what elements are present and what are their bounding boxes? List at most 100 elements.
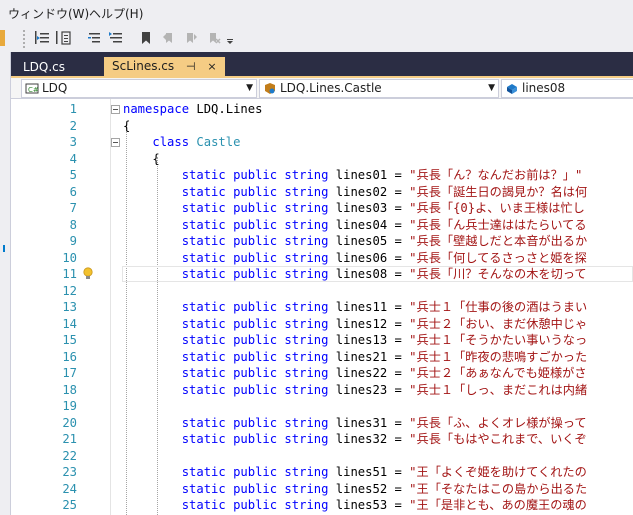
tab-sclines-cs[interactable]: ScLines.cs ⊣ × — [104, 57, 225, 78]
code-line[interactable]: 9 static public string lines05 = "兵長「壁越し… — [11, 233, 633, 250]
string-literal: "兵士１「しっ、まだこれは内緒 — [409, 382, 588, 397]
toolbar-grip[interactable] — [22, 29, 26, 48]
menu-bar: ウィンドウ(W) ヘルプ(H) — [0, 0, 633, 25]
field-icon — [507, 84, 517, 94]
close-icon[interactable]: × — [207, 60, 216, 73]
collapse-toggle-icon[interactable] — [111, 138, 120, 147]
keyword: static public string — [181, 168, 329, 182]
line-number: 24 — [62, 481, 77, 496]
string-literal: "兵士２「あぁなんでも姫様がさ — [409, 366, 587, 380]
project-dropdown[interactable]: C# LDQ ▼ — [21, 79, 257, 98]
menu-help[interactable]: ヘルプ(H) — [89, 5, 143, 22]
collapse-toggle-icon[interactable] — [111, 105, 120, 114]
keyword: static public string — [181, 250, 329, 265]
keyword: static public string — [181, 498, 329, 512]
code-line[interactable]: 11 static public string lines08 = "兵長「川？… — [11, 266, 633, 283]
type-dropdown[interactable]: LDQ.Lines.Castle ▼ — [259, 79, 499, 98]
code-line[interactable]: 5 static public string lines01 = "兵長「ん？な… — [11, 167, 633, 184]
tab-label: LDQ.cs — [23, 60, 66, 74]
code-line[interactable]: 22 — [11, 448, 633, 465]
keyword: static public string — [181, 465, 329, 479]
code-text: static public string lines11 = "兵士１「仕事の後… — [123, 299, 587, 316]
code-line[interactable]: 15 static public string lines13 = "兵士１「そ… — [11, 332, 633, 349]
code-line[interactable]: 23 static public string lines51 = "王「よくぞ… — [11, 464, 633, 481]
string-literal: "兵長「壁越しだと本音が出るか — [409, 234, 588, 248]
code-line[interactable]: 6 static public string lines02 = "兵長「誕生日… — [11, 184, 633, 201]
left-tool-window-bar[interactable] — [0, 52, 11, 515]
line-number: 7 — [69, 201, 77, 215]
string-literal: "兵長「何してるさっさと姫を探 — [409, 250, 587, 265]
brace: { — [123, 118, 131, 133]
string-literal: "兵長「誕生日の謁見か？名は何 — [409, 184, 588, 199]
line-number: 5 — [69, 168, 77, 182]
outdent-icon[interactable] — [54, 29, 72, 47]
code-text: static public string lines08 = "兵長「川？そんな… — [123, 266, 587, 283]
uncomment-icon[interactable] — [107, 29, 125, 47]
next-bookmark-icon[interactable] — [182, 29, 200, 47]
comment-icon[interactable] — [86, 29, 104, 47]
field-name: lines04 = — [328, 217, 410, 232]
code-text: static public string lines05 = "兵長「壁越しだと… — [123, 233, 587, 250]
pin-icon[interactable]: ⊣ — [186, 60, 196, 73]
code-line[interactable]: 17 static public string lines22 = "兵士２「あ… — [11, 365, 633, 382]
code-text: static public string lines01 = "兵長「ん？なんだ… — [123, 167, 583, 184]
string-literal: "兵長「もはやこれまで、いくぞ — [409, 432, 587, 446]
code-line[interactable]: 19 — [11, 398, 633, 415]
bookmark-icon[interactable] — [137, 29, 155, 47]
member-name: lines08 — [522, 81, 566, 95]
line-number: 12 — [62, 283, 77, 298]
tab-ldq-cs[interactable]: LDQ.cs — [15, 58, 73, 78]
code-line[interactable]: 8 static public string lines04 = "兵長「ん兵士… — [11, 217, 633, 234]
clear-bookmark-icon[interactable] — [205, 29, 223, 47]
code-line[interactable]: 12 — [11, 283, 633, 300]
code-line[interactable]: 21 static public string lines32 = "兵長「もは… — [11, 431, 633, 448]
indent-icon[interactable] — [33, 29, 51, 47]
field-name: lines01 = — [328, 168, 410, 182]
prev-bookmark-icon[interactable] — [160, 29, 178, 47]
line-number: 15 — [62, 333, 77, 347]
code-line[interactable]: 13 static public string lines11 = "兵士１「仕… — [11, 299, 633, 316]
code-line[interactable]: 20 static public string lines31 = "兵長「ふ、… — [11, 415, 633, 432]
code-line[interactable]: 1 namespace LDQ.Lines — [11, 101, 633, 118]
menu-window[interactable]: ウィンドウ(W) — [8, 5, 89, 22]
code-line[interactable]: 24 static public string lines52 = "王「そなた… — [11, 481, 633, 498]
code-line[interactable]: 2{ — [11, 118, 633, 135]
code-line[interactable]: 7 static public string lines03 = "兵長「{0}… — [11, 200, 633, 217]
string-literal: "王「是非とも、あの魔王の魂の — [409, 498, 587, 512]
code-text: class Castle — [123, 134, 240, 151]
code-line[interactable]: 10 static public string lines06 = "兵長「何し… — [11, 250, 633, 267]
string-literal: "兵長「ん？なんだお前は？」" — [409, 168, 583, 182]
code-line[interactable]: 25 static public string lines53 = "王「是非と… — [11, 497, 633, 514]
lightbulb-icon[interactable] — [82, 267, 94, 281]
keyword: static public string — [181, 366, 329, 380]
code-line[interactable]: 18 static public string lines23 = "兵士１「し… — [11, 382, 633, 399]
code-text: static public string lines51 = "王「よくぞ姫を助… — [123, 464, 587, 481]
line-number: 19 — [62, 399, 77, 413]
code-editor[interactable]: 1 namespace LDQ.Lines 2{3 class Castle 4 {5… — [11, 99, 633, 515]
keyword: static public string — [181, 415, 329, 430]
code-line[interactable]: 4 { — [11, 151, 633, 168]
code-line[interactable]: 14 static public string lines12 = "兵士２「お… — [11, 316, 633, 333]
line-number: 16 — [62, 349, 77, 364]
line-number: 4 — [69, 151, 77, 166]
member-dropdown[interactable]: lines08 — [501, 79, 633, 98]
code-line[interactable]: 16 static public string lines21 = "兵士１「昨… — [11, 349, 633, 366]
project-name: LDQ — [42, 81, 68, 95]
field-name: lines31 = — [328, 415, 410, 430]
field-name: lines51 = — [328, 465, 410, 479]
code-line[interactable]: 3 class Castle — [11, 134, 633, 151]
toolbar-overflow-marker — [0, 30, 5, 46]
code-text: static public string lines23 = "兵士１「しっ、ま… — [123, 382, 587, 399]
field-name: lines02 = — [328, 184, 410, 199]
field-name: lines32 = — [328, 432, 410, 446]
toolbar-options-icon[interactable] — [224, 29, 236, 47]
code-text: static public string lines13 = "兵士１「そうかた… — [123, 332, 587, 349]
